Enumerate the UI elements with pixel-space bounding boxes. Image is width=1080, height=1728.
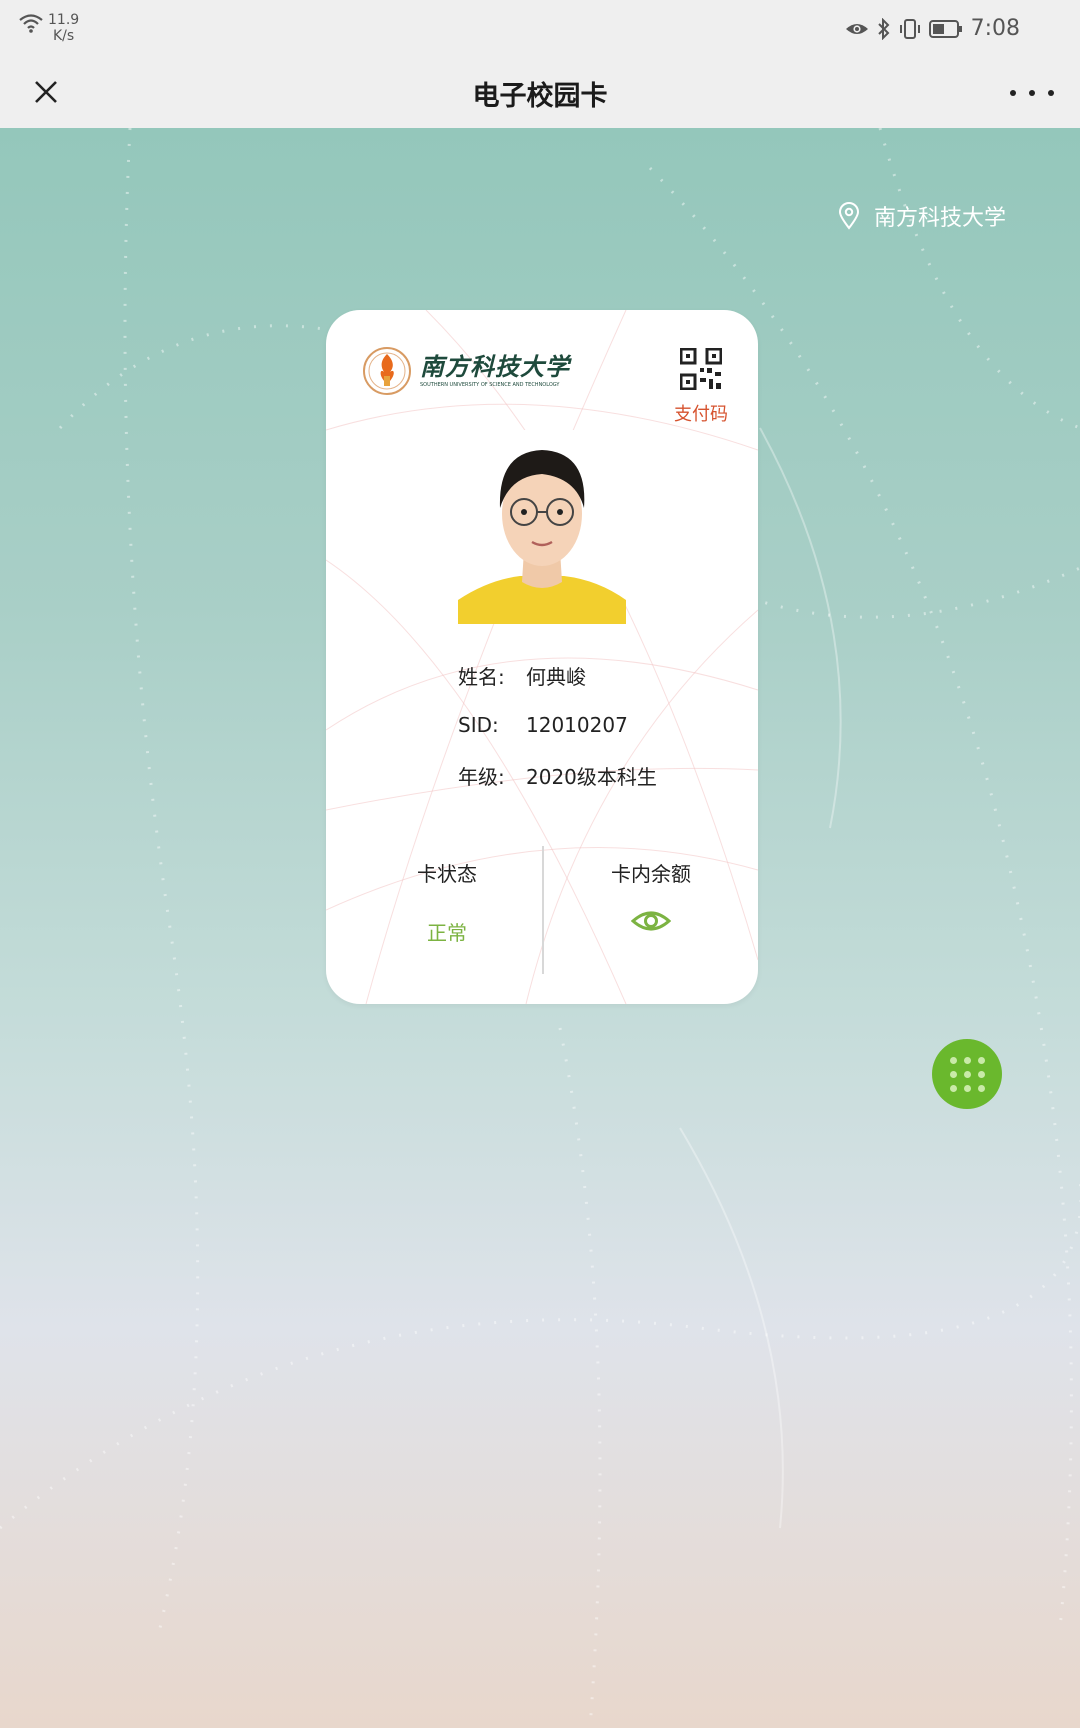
status-left: 11.9 K/s [18,12,79,44]
clock: 7:08 [970,16,1020,41]
location-pin-icon [838,202,859,230]
eye-icon [845,23,868,34]
info-row-sid: SID: 12010207 [458,700,657,750]
campus-location[interactable]: 南方科技大学 [838,200,1006,232]
card-background: 南方科技大学 南方科技大学 SOUTHERN UNIVERSITY OF SCI… [0,128,1080,1728]
floating-menu-button[interactable] [932,1039,1002,1109]
show-balance-eye-icon[interactable] [631,907,671,935]
university-name-en: SOUTHERN UNIVERSITY OF SCIENCE AND TECHN… [420,382,560,388]
card-status-value: 正常 [427,921,467,945]
grade-label: 年级: [458,764,505,789]
pay-code-label[interactable]: 支付码 [674,400,728,426]
more-icon [1048,90,1054,96]
more-icon [1010,90,1016,96]
more-icon [1029,90,1035,96]
student-info: 姓名: 何典峻 SID: 12010207 年级: 2020级本科生 [458,650,657,800]
network-speed: 11.9 K/s [48,12,79,44]
grid-menu-icon [949,1056,985,1092]
card-balance-section: 卡内余额 [544,846,758,939]
student-photo [458,430,626,624]
vibrate-icon [899,18,920,39]
grade-value: 2020级本科生 [526,764,657,789]
battery-icon [928,19,962,38]
wifi-icon [19,14,43,33]
student-portrait [458,450,626,624]
university-name-block: 南方科技大学 SOUTHERN UNIVERSITY OF SCIENCE AN… [420,352,570,389]
name-value: 何典峻 [526,664,586,689]
sid-value: 12010207 [526,713,628,737]
card-status-section: 卡状态 正常 [326,846,568,946]
info-row-name: 姓名: 何典峻 [458,650,657,700]
info-row-grade: 年级: 2020级本科生 [458,750,657,800]
location-label: 南方科技大学 [873,206,1006,231]
university-emblem-icon [363,347,411,395]
status-right: 7:08 [845,16,1020,41]
bluetooth-icon [877,17,890,40]
name-label: 姓名: [458,664,505,689]
network-speed-value: 11.9 [48,12,80,28]
network-speed-unit: K/s [52,28,75,44]
qr-code-icon[interactable] [680,348,722,390]
title-bar: 电子校园卡 [0,58,1080,129]
university-logo: 南方科技大学 SOUTHERN UNIVERSITY OF SCIENCE AN… [362,346,570,396]
sid-label: SID: [458,713,499,737]
card-status-title: 卡状态 [417,862,477,886]
more-button[interactable] [1010,76,1054,110]
status-bar: 11.9 K/s 7:08 [0,0,1080,58]
card-balance-title: 卡内余额 [611,862,691,886]
campus-card: 南方科技大学 SOUTHERN UNIVERSITY OF SCIENCE AN… [326,310,758,1004]
university-name-cn: 南方科技大学 [420,352,570,381]
page-title: 电子校园卡 [472,81,608,112]
